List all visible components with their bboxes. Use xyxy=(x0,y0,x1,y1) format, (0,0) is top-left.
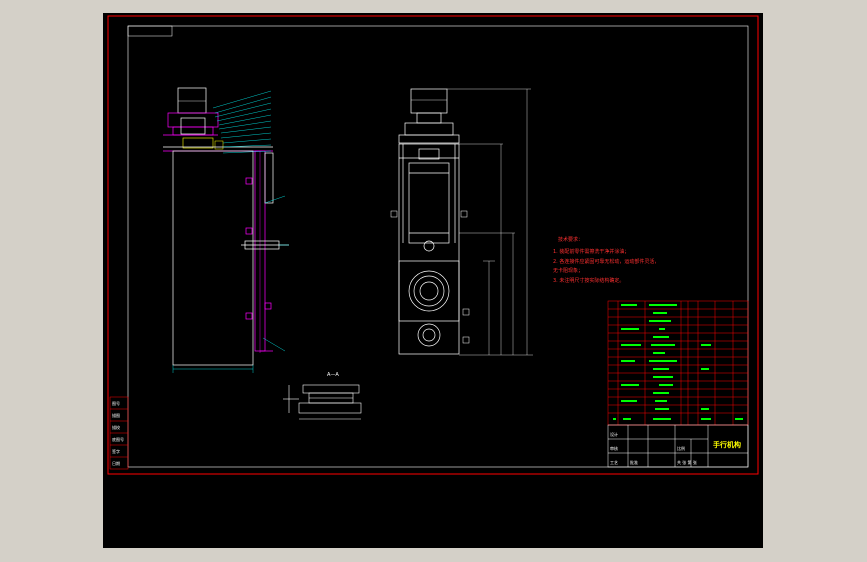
section-view xyxy=(283,384,362,420)
front-view xyxy=(390,88,470,355)
notes-line-3: 无卡阻现象； xyxy=(553,267,583,274)
scale-label: 比例 xyxy=(677,445,685,451)
notes-line-4: 3. 未注明尺寸按实际结构确定。 xyxy=(553,277,624,284)
drawing-viewport[interactable]: 图号 描图 描校 底图号 签字 日期 A—A 技术要求： 1. 装配前零件需擦洗… xyxy=(103,13,763,548)
title-label-3: 批准 xyxy=(630,459,638,465)
notes-line-1: 1. 装配前零件需擦洗干净并涂油； xyxy=(553,248,629,255)
title-label-1: 审核 xyxy=(610,445,618,451)
sheet-label: 共 张 第 张 xyxy=(677,459,697,465)
title-label-2: 工艺 xyxy=(610,460,618,465)
notes-heading: 技术要求： xyxy=(558,236,583,243)
strip-label-3: 底图号 xyxy=(112,436,124,442)
front-dims xyxy=(447,88,533,356)
leader-lines xyxy=(212,90,289,352)
section-label: A—A xyxy=(327,372,339,378)
strip-label-4: 签字 xyxy=(112,448,120,454)
strip-label-2: 描校 xyxy=(112,424,120,430)
left-strip xyxy=(109,396,129,470)
corner-stamp xyxy=(127,25,173,37)
parts-list-marks xyxy=(613,304,743,420)
notes-line-2: 2. 各连接件应紧固可靠无松动，运动部件灵活， xyxy=(553,258,659,265)
cad-drawing: 图号 描图 描校 底图号 签字 日期 A—A 技术要求： 1. 装配前零件需擦洗… xyxy=(107,15,759,475)
side-view xyxy=(163,87,289,373)
strip-label-5: 日期 xyxy=(112,460,120,466)
title-label-0: 设计 xyxy=(610,431,618,437)
parts-list xyxy=(607,300,749,426)
strip-label-0: 图号 xyxy=(112,400,120,406)
drawing-title: 手行机构 xyxy=(713,440,741,449)
strip-label-1: 描图 xyxy=(112,412,120,418)
outer-frame xyxy=(107,15,759,475)
